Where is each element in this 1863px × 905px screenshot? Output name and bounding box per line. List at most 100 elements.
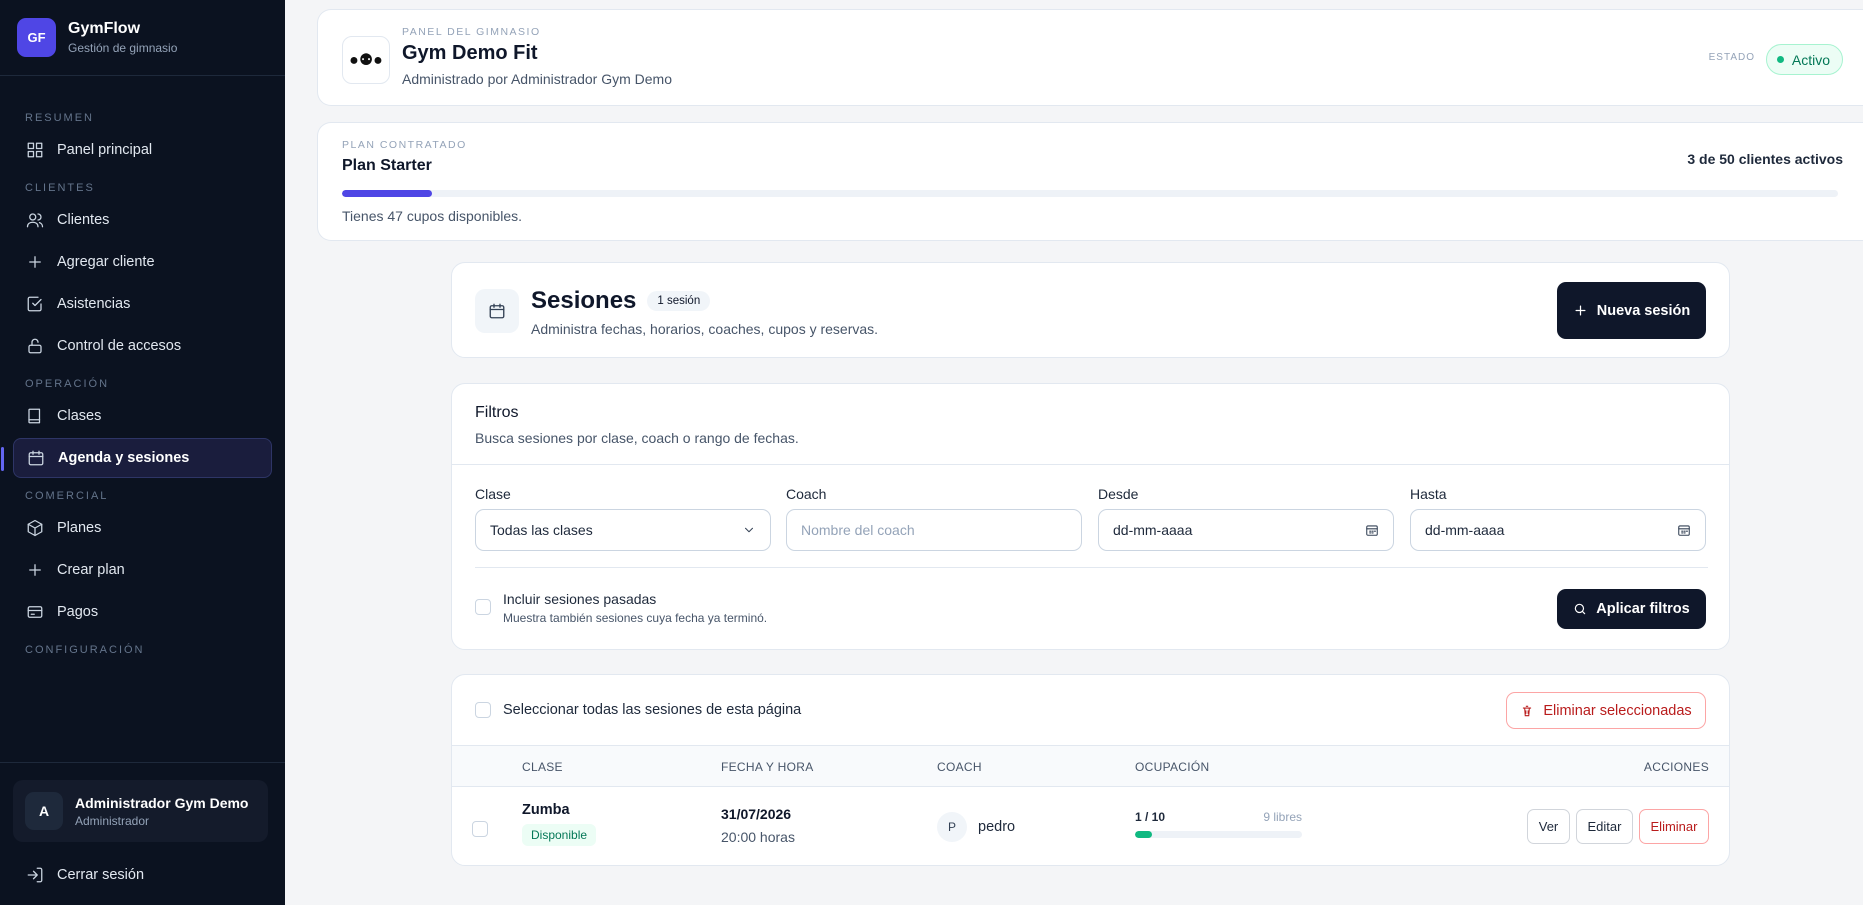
new-session-label: Nueva sesión [1596,302,1691,319]
sidebar-item-label: Asistencias [57,296,131,312]
gym-header-card: ●⚉● PANEL DEL GIMNASIO Gym Demo Fit Admi… [317,9,1863,106]
sidebar-item-control-accesos[interactable]: Control de accesos [13,326,272,366]
select-all-checkbox[interactable] [475,702,491,718]
sidebar-item-label: Agregar cliente [57,254,155,270]
plus-icon [26,253,44,271]
calendar-icon[interactable] [1365,523,1379,537]
from-date-input[interactable]: dd-mm-aaaa [1098,509,1394,551]
from-date-label: Desde [1098,486,1139,502]
sessions-table-card: Seleccionar todas las sesiones de esta p… [451,674,1730,866]
brand-subtitle: Gestión de gimnasio [68,41,178,55]
sidebar-item-clientes[interactable]: Clientes [13,200,272,240]
occupancy-value: 1 / 10 [1135,810,1166,824]
from-date-filter: Desde dd-mm-aaaa [1098,486,1394,551]
lock-icon [26,337,44,355]
credit-card-icon [26,603,44,621]
column-header-datetime: FECHA Y HORA [721,760,814,774]
user-role: Administrador [75,813,150,828]
sidebar-item-pagos[interactable]: Pagos [13,592,272,632]
sidebar-item-clases[interactable]: Clases [13,396,272,436]
from-date-value: dd-mm-aaaa [1113,522,1193,538]
filters-subtitle: Busca sesiones por clase, coach o rango … [475,430,799,446]
coach-input[interactable]: Nombre del coach [786,509,1082,551]
status-text: Activo [1791,51,1830,68]
plan-name: Plan Starter [342,157,432,174]
sidebar-item-label: Pagos [57,604,99,620]
class-cell: Zumba Disponible [522,802,597,846]
dashboard-icon [26,141,44,159]
trash-icon [1523,705,1532,716]
sidebar-item-agenda-sesiones[interactable]: Agenda y sesiones [1,438,272,478]
user-profile[interactable]: A Administrador Gym Demo Administrador [13,780,268,842]
view-button[interactable]: Ver [1527,809,1570,844]
sidebar-item-planes[interactable]: Planes [13,508,272,548]
row-checkbox-cell [472,821,488,837]
search-icon [1575,603,1586,615]
sidebar-item-panel-principal[interactable]: Panel principal [13,130,272,170]
session-count-badge: 1 sesión [647,291,711,311]
select-all-label: Seleccionar todas las sesiones de esta p… [503,702,802,718]
edit-button[interactable]: Editar [1576,809,1633,844]
filters-inner-divider [475,567,1708,568]
check-square-icon [26,295,44,313]
class-select-value: Todas las clases [490,522,593,538]
include-past-option: Incluir sesiones pasadas Muestra también… [475,591,767,625]
include-past-label: Incluir sesiones pasadas [503,591,657,607]
class-filter-label: Clase [475,486,511,502]
calendar-icon [27,449,45,467]
plan-eyebrow: PLAN CONTRATADO [342,139,467,151]
sidebar-nav: RESUMEN Panel principal CLIENTES Cliente… [0,76,285,660]
class-filter: Clase Todas las clases [475,486,771,551]
session-date: 31/07/2026 [721,806,792,822]
apply-filters-button[interactable]: Aplicar filtros [1557,589,1706,629]
plan-usage: 3 de 50 clientes activos [1687,151,1843,167]
box-icon [26,519,44,537]
sidebar-item-crear-plan[interactable]: Crear plan [13,550,272,590]
section-label-comercial: COMERCIAL [25,490,109,502]
select-all-row: Seleccionar todas las sesiones de esta p… [475,702,801,718]
sidebar-item-agregar-cliente[interactable]: Agregar cliente [13,242,272,282]
page-title: Sesiones [531,287,637,314]
plan-progress-fill [342,190,432,197]
occupancy-bar [1135,831,1302,838]
class-name: Zumba [522,802,570,818]
include-past-checkbox[interactable] [475,599,491,615]
table-row: Zumba Disponible 31/07/2026 20:00 horas … [452,787,1729,865]
section-label-operacion: OPERACIÓN [25,378,110,390]
class-select[interactable]: Todas las clases [475,509,771,551]
to-date-input[interactable]: dd-mm-aaaa [1410,509,1706,551]
column-header-occupancy: OCUPACIÓN [1135,760,1210,774]
section-label-resumen: RESUMEN [25,112,95,124]
column-header-coach: COACH [937,760,982,774]
plan-card: PLAN CONTRATADO Plan Starter 3 de 50 cli… [317,122,1863,241]
sidebar-item-label: Panel principal [57,142,153,158]
user-name: Administrador Gym Demo [75,794,249,811]
sidebar-item-asistencias[interactable]: Asistencias [13,284,272,324]
logout-button[interactable]: Cerrar sesión [13,856,268,894]
avatar: P [937,812,967,842]
coach-cell: P pedro [937,812,1015,842]
logout-icon [27,867,43,883]
status-dot-icon [1776,56,1784,63]
delete-selected-label: Eliminar seleccionadas [1543,702,1692,719]
plan-progress-bar [342,190,1838,197]
sidebar-item-label: Clientes [57,212,110,228]
sidebar: GF GymFlow Gestión de gimnasio RESUMEN P… [0,0,285,905]
to-date-filter: Hasta dd-mm-aaaa [1410,486,1706,551]
sidebar-item-label: Control de accesos [57,338,182,354]
logout-label: Cerrar sesión [57,867,145,883]
coach-filter: Coach Nombre del coach [786,486,1082,551]
delete-button[interactable]: Eliminar [1639,809,1709,844]
gym-logo-icon: ●⚉● [342,36,390,84]
apply-filters-label: Aplicar filtros [1596,601,1690,617]
gym-name: Gym Demo Fit [402,42,538,64]
occupancy-free: 9 libres [1263,810,1302,824]
section-label-clientes: CLIENTES [25,182,95,194]
to-date-label: Hasta [1410,486,1447,502]
delete-selected-button[interactable]: Eliminar seleccionadas [1506,692,1706,729]
calendar-icon[interactable] [1677,523,1691,537]
new-session-button[interactable]: Nueva sesión [1557,282,1706,339]
to-date-value: dd-mm-aaaa [1425,522,1505,538]
row-checkbox[interactable] [472,821,488,837]
coach-name: pedro [978,819,1016,835]
